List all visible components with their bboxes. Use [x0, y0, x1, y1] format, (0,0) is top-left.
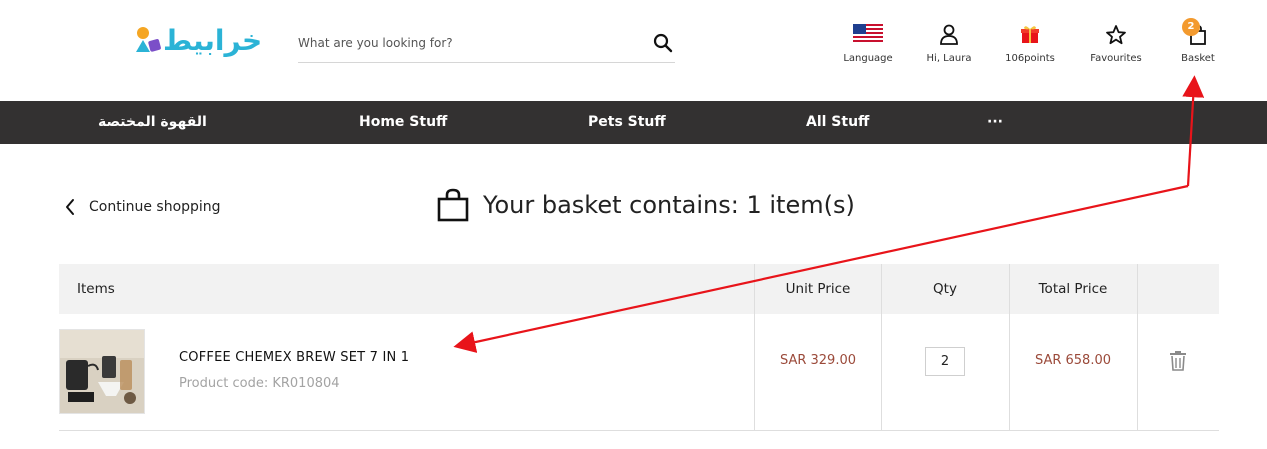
points-label: 106points: [1005, 53, 1055, 64]
star-icon: [1105, 24, 1127, 50]
basket-icon: [437, 188, 469, 222]
us-flag-icon: [853, 24, 883, 48]
account-label: Hi, Laura: [926, 53, 972, 64]
nav-item-all-stuff[interactable]: All Stuff: [806, 101, 869, 144]
search-button[interactable]: [651, 32, 675, 56]
search-bar: [298, 26, 675, 63]
quantity-input[interactable]: [925, 347, 965, 376]
site-header: خرابيط Language: [0, 0, 1267, 101]
main-nav: القهوة المختصة Home Stuff Pets Stuff All…: [0, 101, 1267, 144]
column-header-items: Items: [77, 281, 115, 297]
points-link[interactable]: 106points: [990, 22, 1070, 72]
product-image: [60, 330, 144, 413]
nav-item-specialty-coffee[interactable]: القهوة المختصة: [98, 101, 207, 144]
gift-icon: [1020, 24, 1040, 48]
continue-shopping-label: Continue shopping: [89, 199, 221, 215]
account-menu[interactable]: Hi, Laura: [909, 22, 989, 72]
product-name[interactable]: COFFEE CHEMEX BREW SET 7 IN 1: [179, 350, 409, 365]
row-divider: [59, 430, 1219, 431]
trash-icon: [1170, 351, 1186, 371]
language-selector[interactable]: Language: [828, 22, 908, 72]
column-header-unit-price: Unit Price: [785, 281, 851, 297]
column-divider: [1009, 264, 1010, 430]
favourites-label: Favourites: [1090, 53, 1142, 64]
page-title: Your basket contains: 1 item(s): [483, 191, 855, 219]
nav-item-home-stuff[interactable]: Home Stuff: [359, 101, 447, 144]
unit-price: SAR 329.00: [779, 353, 857, 368]
search-icon: [653, 33, 673, 52]
user-icon: [939, 24, 959, 50]
basket-count-badge: 2: [1182, 18, 1200, 36]
column-divider: [881, 264, 882, 430]
nav-item-more[interactable]: ···: [987, 101, 1003, 144]
total-price: SAR 658.00: [1034, 353, 1112, 368]
language-label: Language: [843, 53, 893, 64]
remove-item-button[interactable]: [1168, 350, 1188, 372]
product-code: Product code: KR010804: [179, 376, 340, 391]
column-header-qty: Qty: [933, 281, 957, 297]
basket-heading: Your basket contains: 1 item(s): [437, 188, 855, 222]
continue-shopping-link[interactable]: Continue shopping: [64, 196, 221, 218]
logo-text: خرابيط: [163, 24, 263, 57]
basket-table-header: Items Unit Price Qty Total Price: [59, 264, 1219, 314]
column-divider: [1137, 264, 1138, 430]
search-input[interactable]: [298, 32, 638, 54]
chevron-left-icon: [66, 199, 74, 215]
column-header-total-price: Total Price: [1038, 281, 1108, 297]
product-thumbnail[interactable]: [59, 329, 145, 414]
favourites-link[interactable]: Favourites: [1076, 22, 1156, 72]
nav-item-pets-stuff[interactable]: Pets Stuff: [588, 101, 666, 144]
column-divider: [754, 264, 755, 430]
site-logo[interactable]: خرابيط: [133, 22, 263, 62]
basket-label: Basket: [1181, 53, 1215, 64]
